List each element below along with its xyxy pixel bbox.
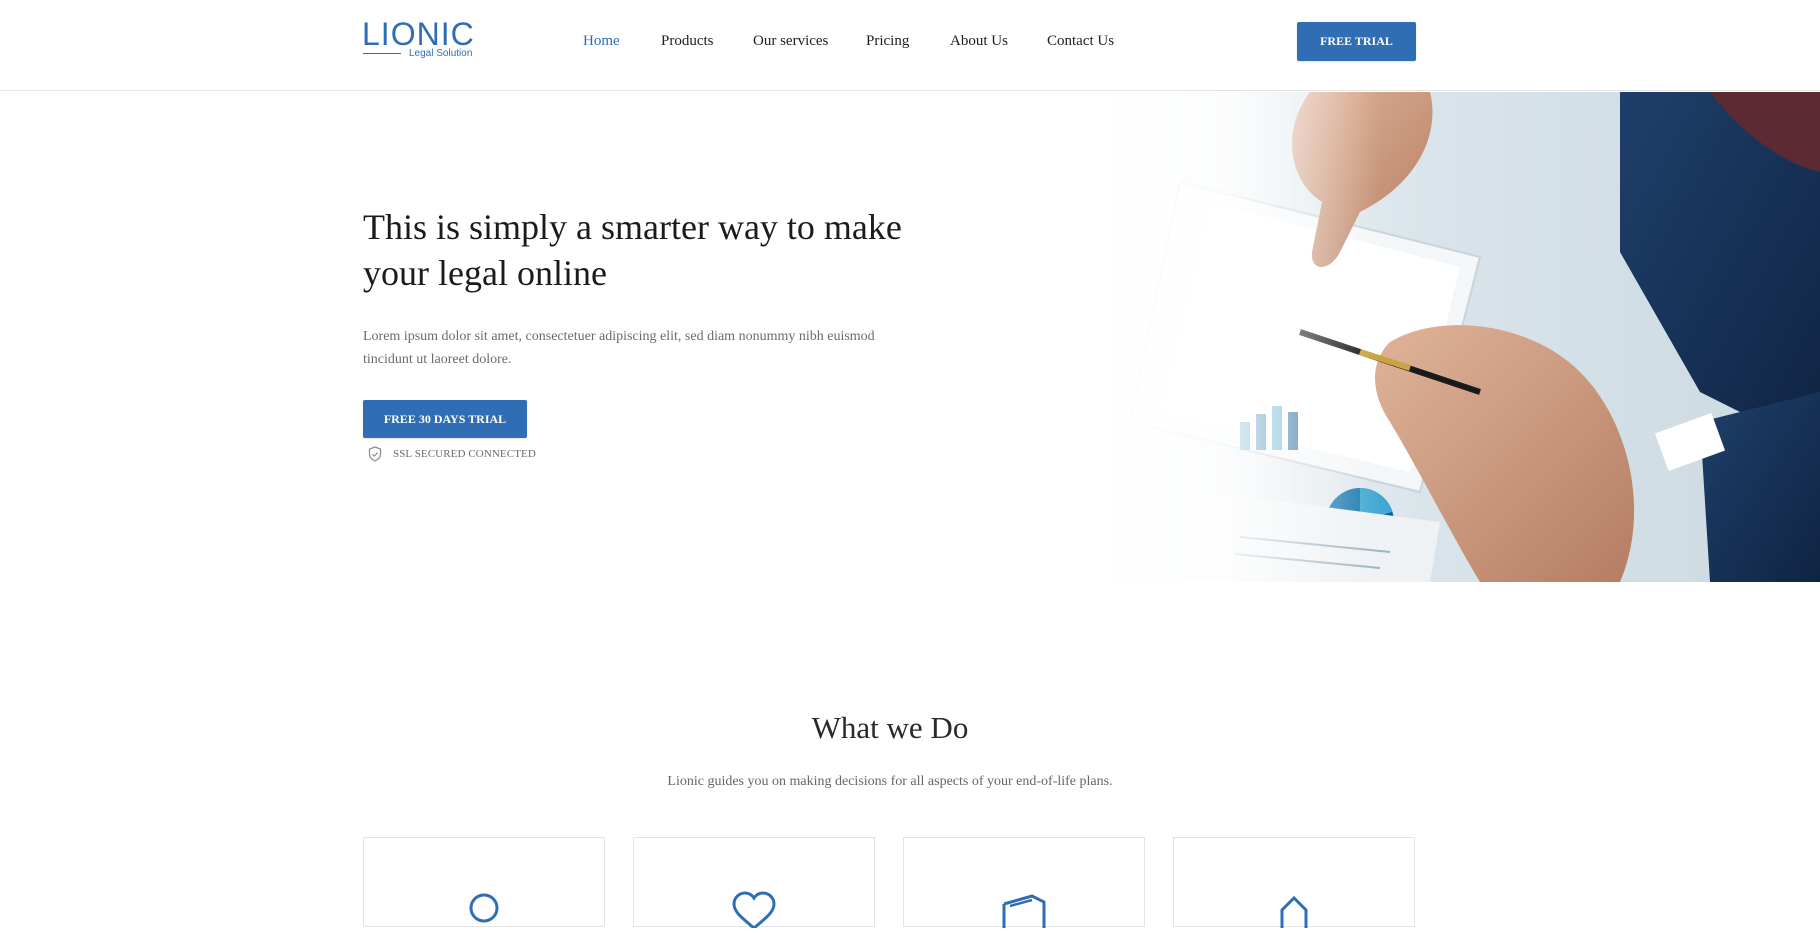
ssl-notice: SSL SECURED CONNECTED	[368, 445, 536, 463]
free-30-days-trial-button[interactable]: FREE 30 DAYS TRIAL	[363, 400, 527, 438]
section-subtitle: Lionic guides you on making decisions fo…	[667, 774, 1113, 789]
service-card[interactable]	[1173, 837, 1415, 928]
business-meeting-photo	[1060, 92, 1820, 582]
nav-about-us[interactable]: About Us	[950, 31, 1008, 51]
free-trial-button[interactable]: FREE TRIAL	[1297, 22, 1416, 61]
hero-description: Lorem ipsum dolor sit amet, consectetuer…	[363, 329, 875, 367]
service-card[interactable]	[633, 837, 875, 930]
nav-our-services[interactable]: Our services	[753, 31, 828, 51]
logo-wordmark: LIONIC	[362, 16, 475, 52]
heart-icon	[722, 888, 786, 930]
ssl-label: SSL SECURED CONNECTED	[393, 448, 536, 460]
logo-tagline: Legal Solution	[409, 48, 473, 59]
nav-contact-us[interactable]: Contact Us	[1047, 31, 1114, 51]
logo-underline	[363, 53, 401, 54]
shield-check-icon	[368, 446, 382, 462]
nav-products[interactable]: Products	[661, 31, 714, 51]
hero-title: This is simply a smarter way to make you…	[363, 207, 902, 293]
site-header: LIONIC Legal Solution Home Products Our …	[0, 0, 1820, 91]
section-title: What we Do	[811, 710, 969, 745]
service-card[interactable]	[903, 837, 1145, 928]
nav-home[interactable]: Home	[583, 31, 620, 51]
service-card[interactable]	[363, 837, 605, 927]
house-icon	[1262, 888, 1326, 928]
nav-pricing[interactable]: Pricing	[866, 31, 909, 51]
document-icon	[992, 888, 1056, 928]
person-icon	[452, 888, 516, 928]
logo[interactable]: LIONIC Legal Solution	[362, 16, 475, 62]
